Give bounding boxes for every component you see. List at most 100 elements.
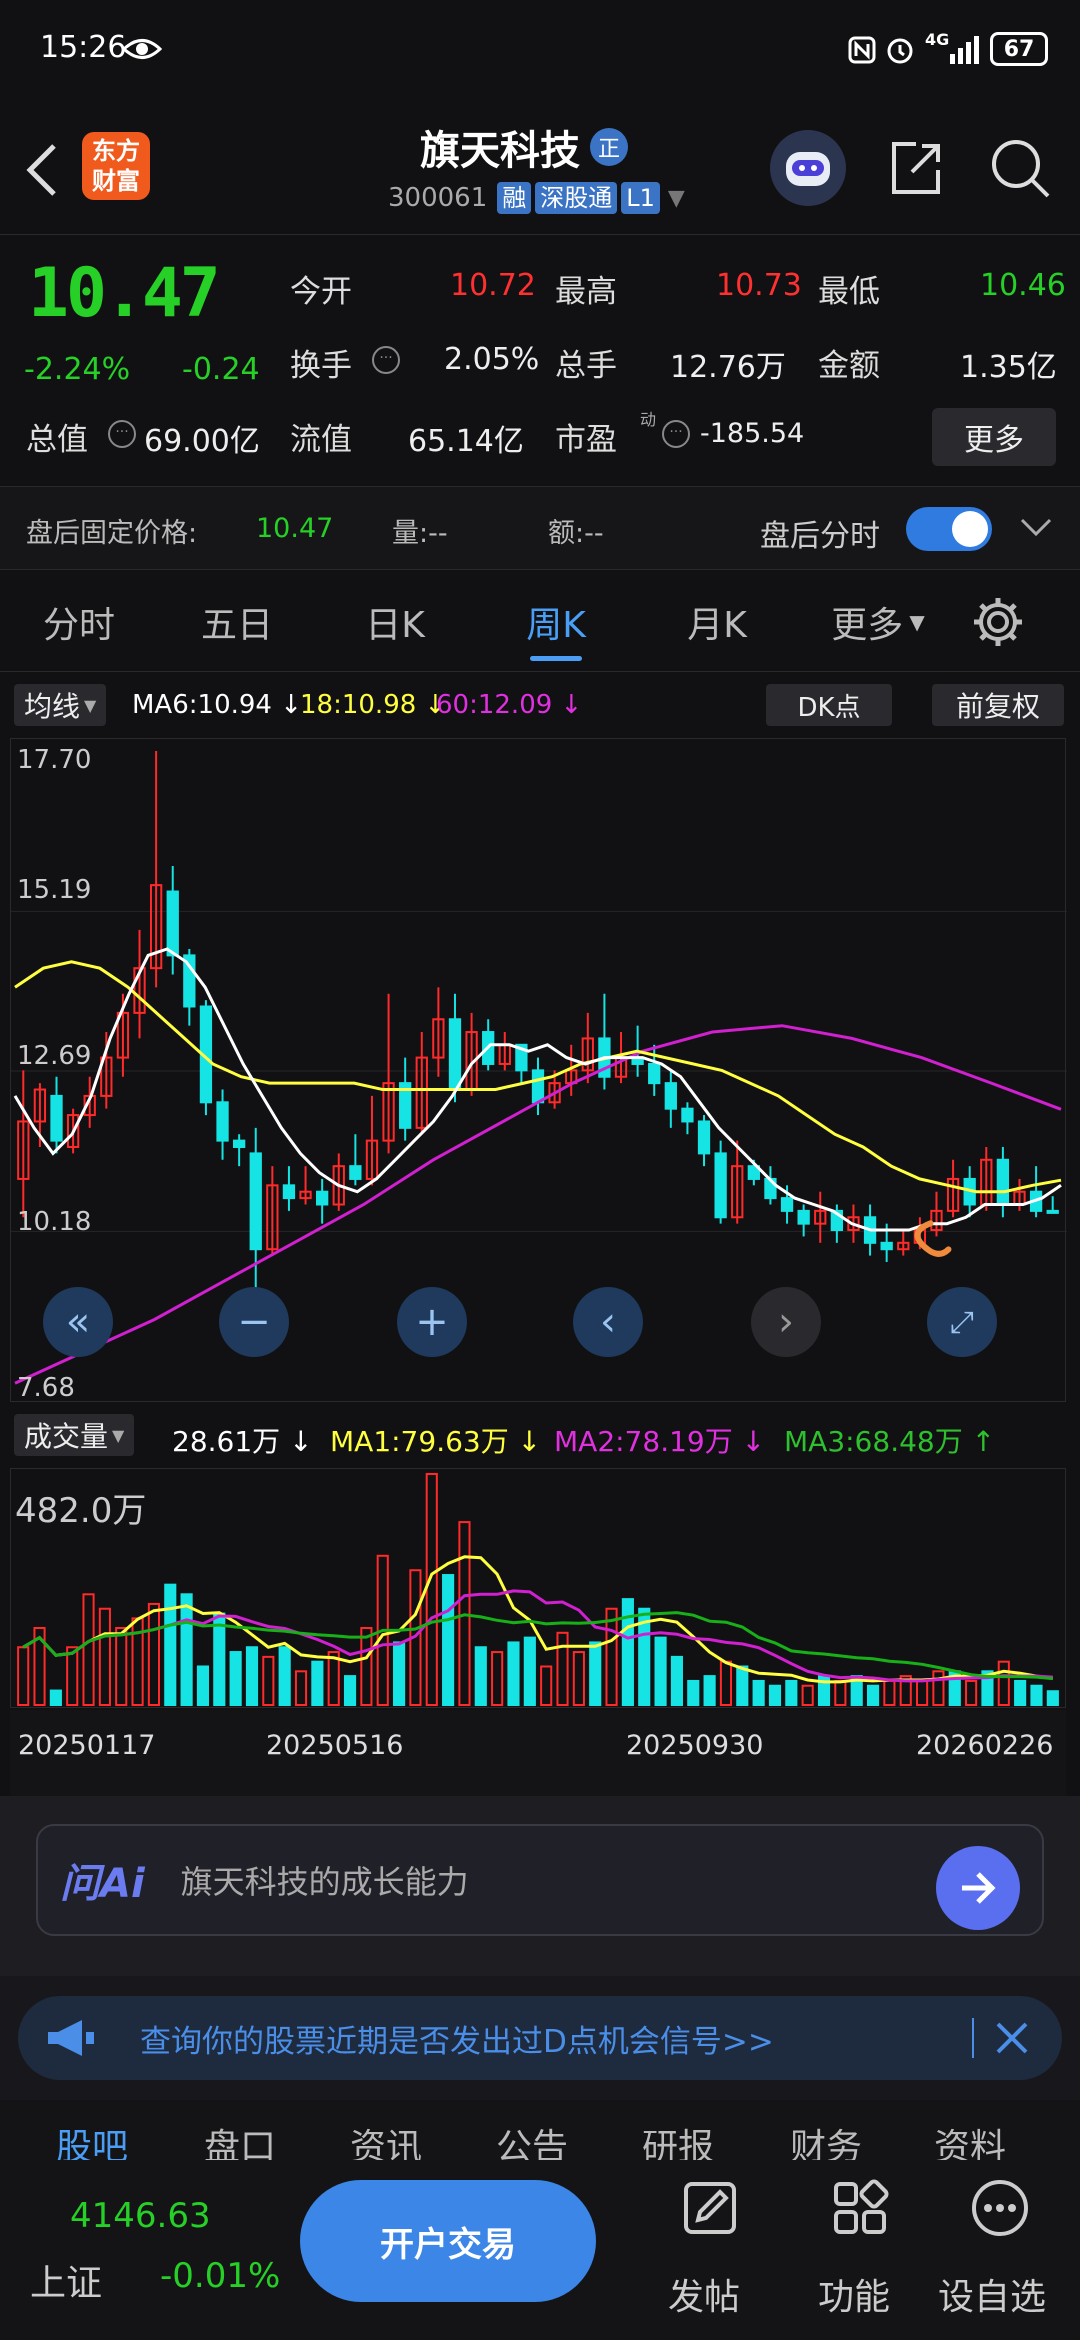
- quote-panel: 10.47 -2.24% -0.24 今开 10.72 最高 10.73 最低 …: [0, 236, 1080, 476]
- zoom-out-button[interactable]: −: [219, 1287, 289, 1357]
- y-tick-4: 10.18: [17, 1207, 92, 1237]
- post-button[interactable]: 发帖: [662, 2170, 762, 2330]
- functions-button[interactable]: 功能: [812, 2170, 912, 2330]
- tab-5day[interactable]: 五日: [158, 572, 316, 671]
- battery-level: 67: [1003, 36, 1035, 62]
- search-icon[interactable]: [988, 136, 1052, 200]
- back-icon[interactable]: [22, 140, 62, 200]
- fullscreen-button[interactable]: ⤢: [927, 1287, 997, 1357]
- after-hours-price: 10.47: [256, 513, 334, 544]
- arrow-right-icon[interactable]: [936, 1846, 1020, 1930]
- ma6-value: MA6:10.94: [132, 690, 272, 720]
- tab-weekly[interactable]: 周K: [474, 572, 638, 671]
- volume-indicator-label: 成交量: [24, 1420, 109, 1453]
- ai-query-box[interactable]: 问Ai 旗天科技的成长能力: [36, 1824, 1044, 1936]
- tab-monthly[interactable]: 月K: [638, 572, 796, 671]
- vma3-line: [22, 1611, 1053, 1681]
- change-percent: -2.24%: [24, 352, 131, 387]
- change-value: -0.24: [182, 352, 260, 387]
- index-value: 4146.63: [70, 2196, 211, 2236]
- more-dots-icon: [970, 2178, 1030, 2238]
- volume-bar: [736, 1665, 749, 1706]
- notice-section: 查询你的股票近期是否发出过D点机会信号>>: [0, 1976, 1080, 2100]
- chevron-down-icon[interactable]: ▼: [668, 186, 685, 211]
- pe-label: 市盈: [555, 422, 617, 458]
- volume-bar: [523, 1636, 536, 1706]
- status-time: 15:26: [40, 30, 127, 65]
- after-hours-toggle[interactable]: [906, 507, 992, 551]
- y-tick-3: 12.69: [17, 1041, 92, 1071]
- volume-bar: [294, 1670, 308, 1706]
- post-label: 发帖: [668, 2277, 741, 2318]
- volume-bar: [311, 1660, 324, 1706]
- volume-value: 12.76万: [670, 350, 786, 385]
- volume-indicator-select[interactable]: 成交量 ▼: [14, 1414, 135, 1456]
- scroll-start-button[interactable]: «: [43, 1287, 113, 1357]
- current-price: 10.47: [28, 254, 221, 333]
- stock-header: 东方 财富 旗天科技 正 300061 融 深股通 L1 ▼: [0, 100, 1080, 235]
- robot-assistant-icon[interactable]: [770, 130, 846, 206]
- after-hours-bar: 盘后固定价格: 10.47 量:-- 额:-- 盘后分时: [0, 486, 1080, 570]
- info-icon[interactable]: ···: [662, 420, 690, 448]
- volume-bar: [1014, 1679, 1027, 1706]
- edit-icon: [680, 2178, 740, 2238]
- volume-bar: [343, 1675, 357, 1706]
- index-name: 上证: [30, 2263, 103, 2304]
- amount-label: 金额: [818, 348, 880, 384]
- vma3-legend: MA3:68.48万 ↑: [784, 1425, 996, 1458]
- indicator-select[interactable]: 均线 ▼: [14, 684, 107, 726]
- volume-bar: [1046, 1690, 1059, 1707]
- tab-daily[interactable]: 日K: [316, 572, 474, 671]
- close-icon[interactable]: [994, 2020, 1030, 2056]
- candle-body: [797, 1209, 810, 1225]
- info-icon[interactable]: ···: [108, 420, 136, 448]
- candle-body: [1046, 1209, 1059, 1214]
- volume-bar: [997, 1660, 1010, 1706]
- low-label: 最低: [818, 274, 880, 310]
- amount-value: 1.35亿: [960, 350, 1057, 385]
- volume-bar: [49, 1689, 62, 1706]
- eye-icon: [122, 36, 162, 62]
- dk-point-button[interactable]: DK点: [766, 684, 892, 726]
- volume-bar: [654, 1636, 667, 1706]
- y-tick-2: 15.19: [17, 875, 92, 905]
- scroll-left-button[interactable]: ‹: [573, 1287, 643, 1357]
- volume-bar: [670, 1655, 683, 1706]
- candle-body: [996, 1158, 1010, 1206]
- volume-label: 总手: [555, 348, 617, 384]
- ai-prompt: 旗天科技的成长能力: [180, 1863, 469, 1901]
- kline-chart[interactable]: 17.70 15.19 12.69 10.18 7.68 « − + ‹ › ⤢: [10, 738, 1067, 1403]
- app-logo: 东方 财富: [82, 132, 150, 200]
- zoom-in-button[interactable]: +: [397, 1287, 467, 1357]
- hand-drawn-mark: [914, 1220, 952, 1257]
- share-icon[interactable]: [886, 138, 946, 198]
- info-icon[interactable]: ···: [372, 346, 400, 374]
- open-account-button[interactable]: 开户交易: [300, 2180, 596, 2302]
- candle-body: [50, 1094, 63, 1142]
- gear-icon[interactable]: [970, 594, 1026, 650]
- volume-bar: [965, 1679, 978, 1706]
- tag-margin: 融: [497, 182, 532, 214]
- notice-banner[interactable]: 查询你的股票近期是否发出过D点机会信号>>: [18, 1996, 1062, 2080]
- tab-intraday[interactable]: 分时: [0, 572, 158, 671]
- scroll-right-button[interactable]: ›: [751, 1287, 821, 1357]
- stock-name: 旗天科技: [420, 128, 580, 174]
- date-tick-3: 20250930: [626, 1730, 764, 1761]
- tab-weekly-label: 周K: [526, 604, 586, 646]
- bottom-action-bar: 4146.63 上证 -0.01% 开户交易 发帖 功能 设自选: [0, 2160, 1080, 2340]
- chevron-down-icon[interactable]: [1020, 517, 1052, 537]
- candle-body: [448, 1018, 462, 1091]
- more-button[interactable]: 更多: [932, 408, 1056, 466]
- volume-chart[interactable]: 482.0万: [10, 1468, 1066, 1708]
- add-watchlist-button[interactable]: 设自选: [934, 2170, 1074, 2330]
- ma18-value: 18:10.98: [300, 690, 417, 720]
- volume-current-value: 28.61万: [172, 1425, 281, 1458]
- adjust-button[interactable]: 前复权: [932, 684, 1064, 726]
- volume-bar: [932, 1670, 945, 1706]
- tab-more[interactable]: 更多 ▼: [796, 572, 960, 671]
- signal-icon: [948, 34, 982, 64]
- volume-bar: [196, 1665, 210, 1706]
- market-cap-label: 总值: [26, 422, 88, 458]
- low-value: 10.46: [980, 268, 1066, 303]
- date-axis: 20250117 20250516 20250930 20260226: [10, 1710, 1066, 1796]
